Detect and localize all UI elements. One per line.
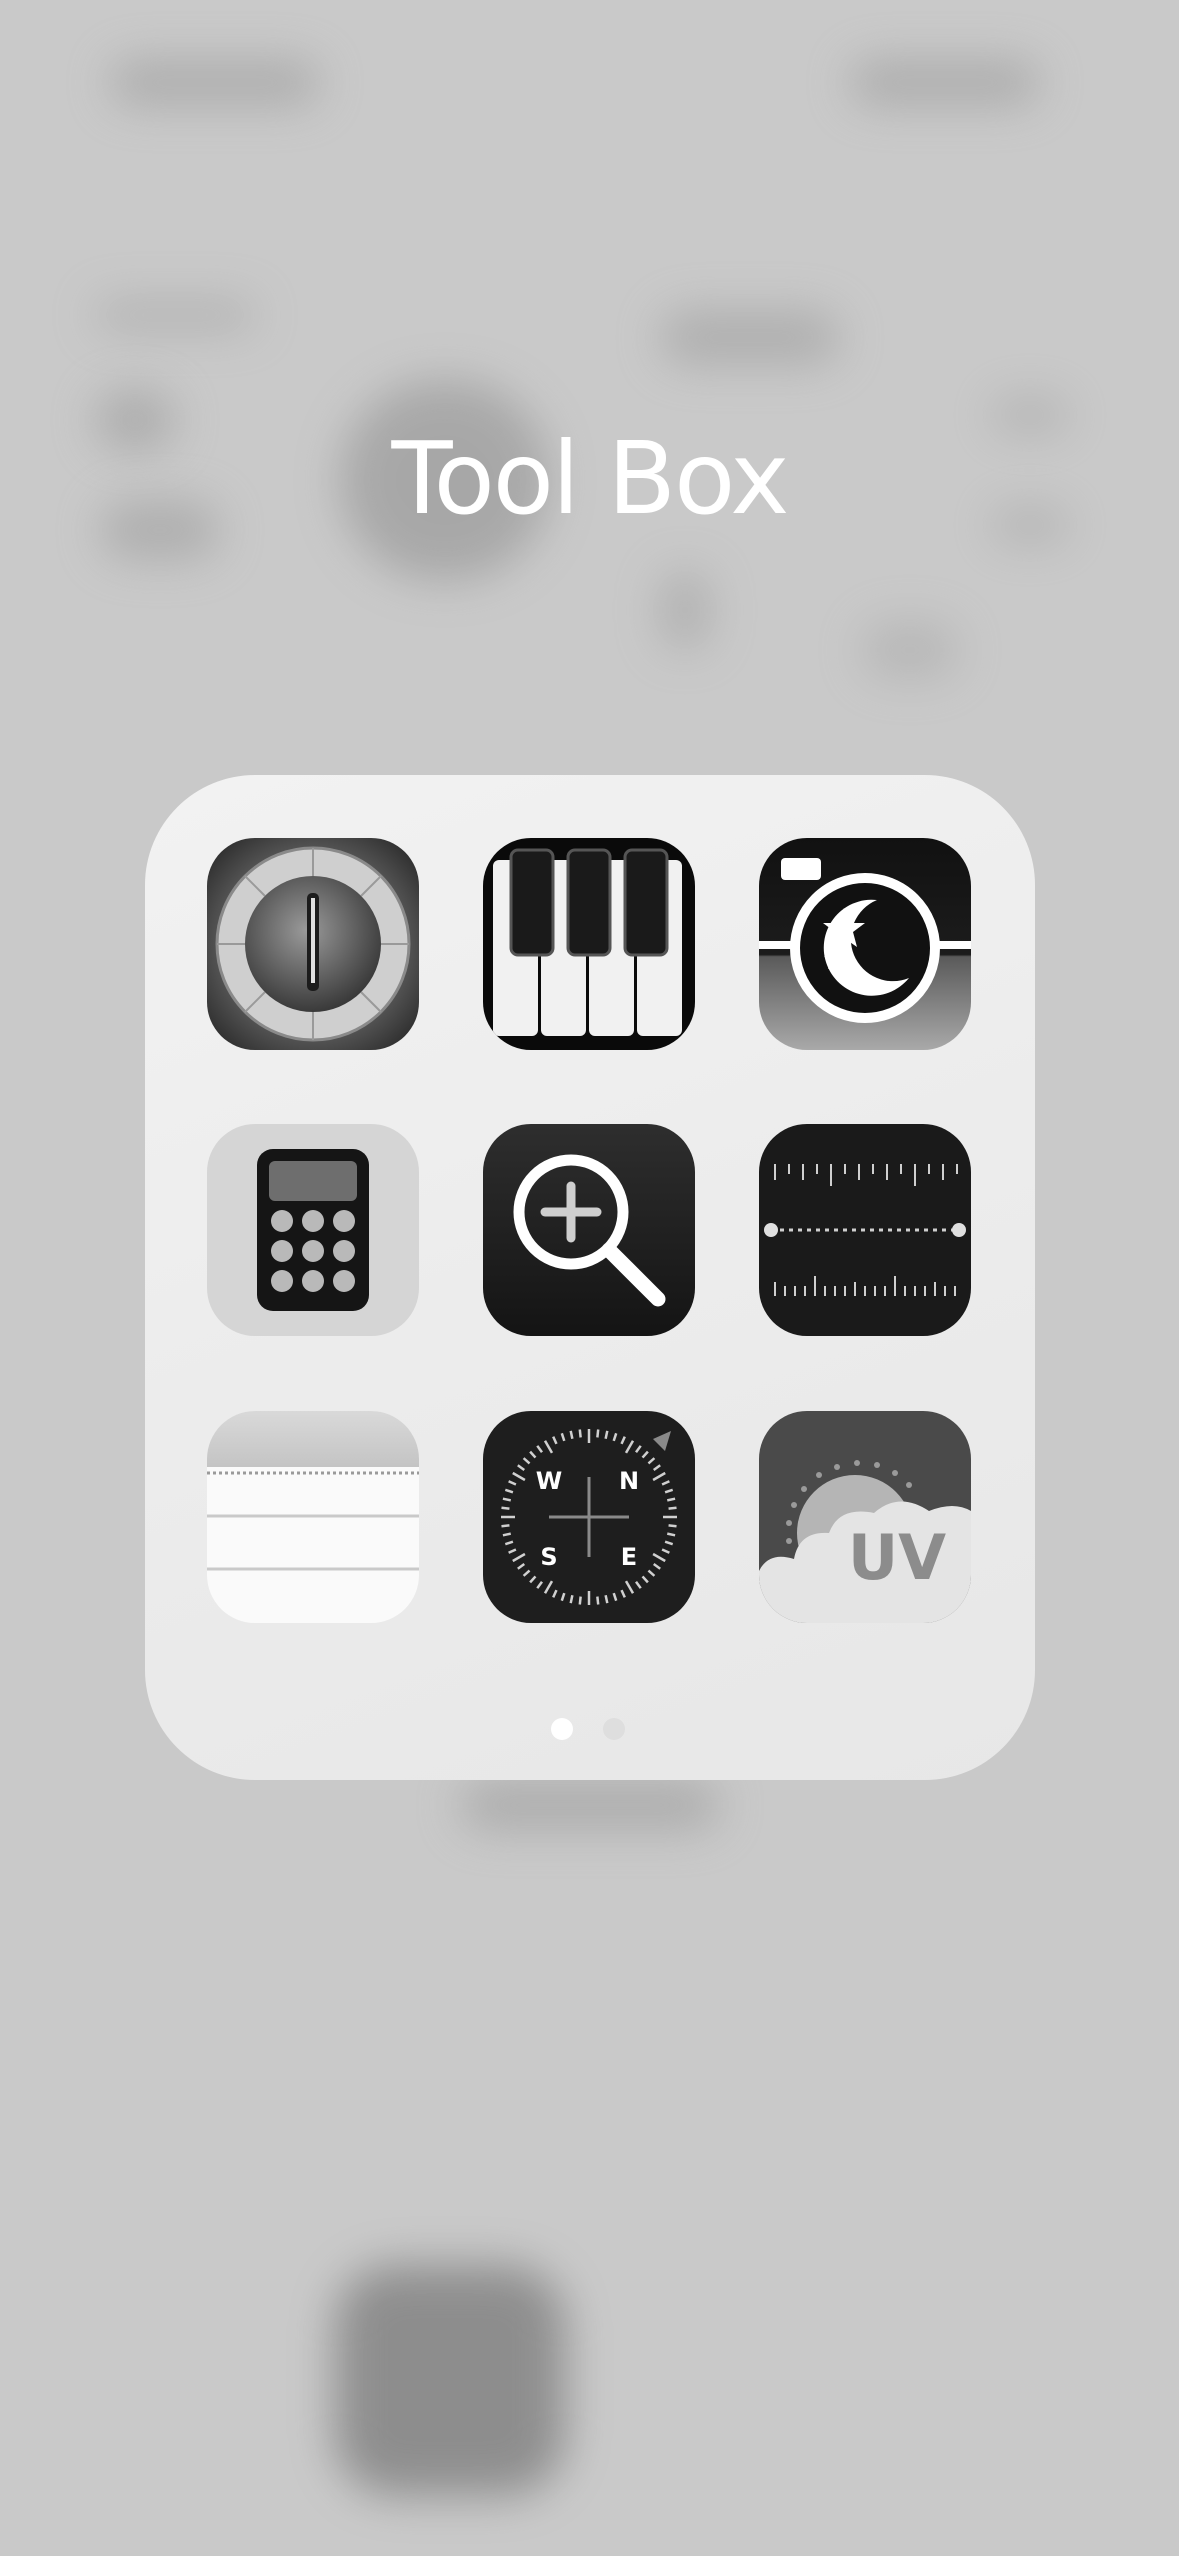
uv-label: UV bbox=[848, 1521, 946, 1594]
app-night-camera[interactable] bbox=[759, 838, 971, 1050]
piano-icon bbox=[483, 838, 695, 1050]
blurred-dock-app bbox=[335, 2265, 565, 2495]
blurred-widget bbox=[460, 1780, 720, 1830]
compass-tick bbox=[502, 1497, 512, 1502]
compass-tick bbox=[501, 1524, 510, 1528]
page-dot-1[interactable] bbox=[551, 1718, 573, 1740]
magnifier-icon bbox=[483, 1124, 695, 1336]
compass-tick bbox=[569, 1430, 574, 1440]
compass-tick bbox=[666, 1532, 676, 1537]
compass-tick bbox=[596, 1429, 600, 1438]
page-indicator bbox=[0, 1718, 1179, 1744]
compass-east-label: E bbox=[621, 1543, 637, 1571]
compass-south-label: S bbox=[540, 1543, 557, 1571]
level-ruler-icon bbox=[759, 1124, 971, 1336]
app-level-ruler[interactable] bbox=[759, 1124, 971, 1336]
app-notes[interactable] bbox=[207, 1411, 419, 1623]
compass-tick bbox=[666, 1497, 676, 1502]
tuner-icon bbox=[207, 838, 419, 1050]
blurred-widget bbox=[95, 300, 255, 330]
compass-tick bbox=[501, 1506, 510, 1510]
blurred-widget bbox=[110, 60, 320, 105]
app-piano[interactable] bbox=[483, 838, 695, 1050]
uv-index-icon: UV bbox=[759, 1411, 971, 1623]
night-camera-icon bbox=[759, 838, 971, 1050]
app-uv-index[interactable]: UV bbox=[759, 1411, 971, 1623]
compass-tick bbox=[578, 1596, 582, 1605]
blurred-widget bbox=[860, 620, 960, 680]
compass-icon: W N S E bbox=[483, 1411, 695, 1623]
compass-tick bbox=[569, 1594, 574, 1604]
blurred-widget bbox=[850, 60, 1040, 105]
compass-tick bbox=[668, 1506, 677, 1510]
calculator-icon bbox=[207, 1124, 419, 1336]
compass-tick bbox=[604, 1430, 609, 1440]
page-dot-2[interactable] bbox=[603, 1718, 625, 1740]
notes-icon bbox=[207, 1411, 419, 1623]
blurred-widget bbox=[660, 570, 710, 650]
app-compass[interactable]: W N S E bbox=[483, 1411, 695, 1623]
app-magnifier[interactable] bbox=[483, 1124, 695, 1336]
blurred-widget bbox=[660, 310, 840, 365]
compass-tick bbox=[502, 1532, 512, 1537]
folder-title[interactable]: Tool Box bbox=[0, 420, 1179, 537]
app-tuner[interactable] bbox=[207, 838, 419, 1050]
compass-tick bbox=[578, 1429, 582, 1438]
compass-west-label: W bbox=[536, 1467, 562, 1495]
compass-tick bbox=[596, 1596, 600, 1605]
compass-tick bbox=[604, 1594, 609, 1604]
app-calculator[interactable] bbox=[207, 1124, 419, 1336]
compass-tick bbox=[668, 1524, 677, 1528]
compass-north-label: N bbox=[619, 1467, 639, 1495]
